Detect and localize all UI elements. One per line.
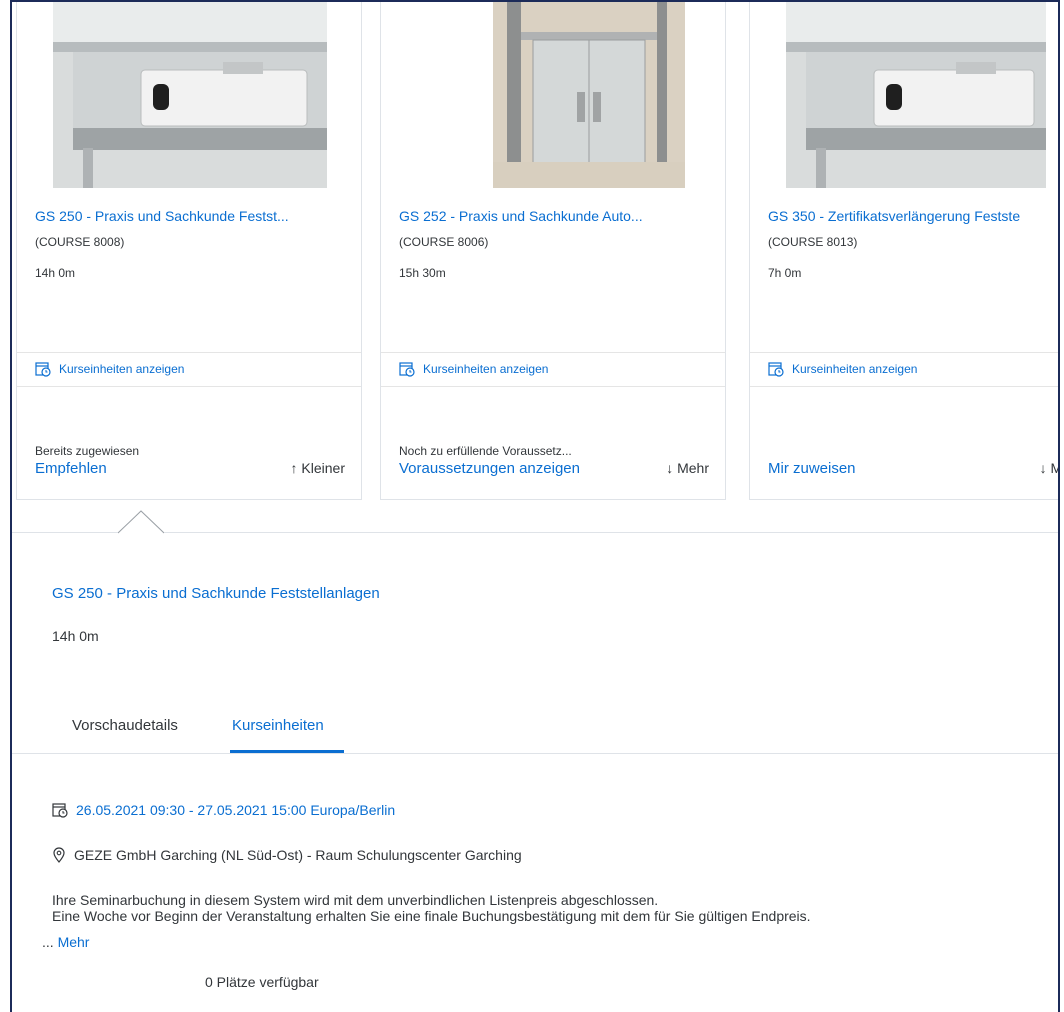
- prerequisite-status: Noch zu erfüllende Voraussetz...: [399, 444, 572, 458]
- location-pin-icon: [53, 847, 65, 863]
- calendar-clock-icon: [768, 362, 784, 377]
- tab-divider: [12, 753, 1058, 754]
- divider: [381, 352, 725, 353]
- detail-course-title[interactable]: GS 250 - Praxis und Sachkunde Feststella…: [52, 585, 380, 602]
- divider: [17, 386, 361, 387]
- divider: [750, 386, 1058, 387]
- collapse-toggle[interactable]: ↑ Kleiner: [291, 460, 345, 476]
- show-sessions-label[interactable]: Kurseinheiten anzeigen: [792, 362, 917, 376]
- course-image-door-closer: [786, 2, 1046, 188]
- course-code: (COURSE 8008): [35, 235, 125, 249]
- course-duration: 7h 0m: [768, 266, 802, 280]
- calendar-clock-icon: [399, 362, 415, 377]
- expand-toggle[interactable]: ↓ Mehr: [666, 460, 709, 476]
- course-title[interactable]: GS 252 - Praxis und Sachkunde Auto...: [399, 208, 723, 224]
- session-location-text: GEZE GmbH Garching (NL Süd-Ost) - Raum S…: [74, 847, 522, 863]
- tab-sessions[interactable]: Kurseinheiten: [232, 717, 324, 734]
- recommend-link[interactable]: Empfehlen: [35, 460, 107, 477]
- session-description: Ihre Seminarbuchung in diesem System wir…: [52, 892, 811, 924]
- course-duration: 14h 0m: [35, 266, 76, 280]
- more-prefix: ...: [42, 934, 58, 950]
- calendar-clock-icon: [35, 362, 51, 377]
- active-tab-indicator: [230, 750, 344, 753]
- course-code: (COURSE 8006): [399, 235, 489, 249]
- detail-duration: 14h 0m: [52, 628, 99, 644]
- divider: [17, 352, 361, 353]
- more-label[interactable]: Mehr: [58, 934, 90, 950]
- show-sessions-label[interactable]: Kurseinheiten anzeigen: [423, 362, 548, 376]
- tab-preview-details[interactable]: Vorschaudetails: [72, 717, 178, 734]
- course-title[interactable]: GS 250 - Praxis und Sachkunde Festst...: [35, 208, 359, 224]
- course-code: (COURSE 8013): [768, 235, 858, 249]
- course-image-automatic-door: [417, 2, 691, 188]
- assign-to-me-link[interactable]: Mir zuweisen: [768, 460, 856, 477]
- expand-toggle[interactable]: ↓ Me: [1040, 460, 1058, 476]
- detail-divider: [12, 532, 1058, 533]
- calendar-clock-icon: [52, 803, 68, 818]
- selection-caret-icon: [118, 510, 164, 534]
- divider: [750, 352, 1058, 353]
- session-date-link[interactable]: 26.05.2021 09:30 - 27.05.2021 15:00 Euro…: [52, 802, 395, 818]
- more-link[interactable]: ... Mehr: [42, 934, 89, 950]
- show-prerequisites-link[interactable]: Voraussetzungen anzeigen: [399, 460, 580, 477]
- course-image-door-closer: [53, 2, 327, 188]
- show-sessions-link[interactable]: Kurseinheiten anzeigen: [768, 361, 917, 377]
- session-date-text[interactable]: 26.05.2021 09:30 - 27.05.2021 15:00 Euro…: [76, 802, 395, 818]
- course-card-gs350[interactable]: GS 350 - Zertifikatsverlängerung Festste…: [749, 2, 1058, 500]
- description-line: Ihre Seminarbuchung in diesem System wir…: [52, 892, 659, 908]
- divider: [381, 386, 725, 387]
- session-location: GEZE GmbH Garching (NL Süd-Ost) - Raum S…: [52, 847, 522, 863]
- course-card-gs250[interactable]: GS 250 - Praxis und Sachkunde Festst... …: [16, 2, 362, 500]
- description-line: Eine Woche vor Beginn der Veranstaltung …: [52, 908, 811, 924]
- show-sessions-link[interactable]: Kurseinheiten anzeigen: [35, 361, 184, 377]
- seats-available: 0 Plätze verfügbar: [205, 974, 319, 990]
- course-title[interactable]: GS 350 - Zertifikatsverlängerung Festste: [768, 208, 1058, 224]
- assignment-status: Bereits zugewiesen: [35, 444, 140, 458]
- app-frame: GS 250 - Praxis und Sachkunde Festst... …: [10, 0, 1060, 1012]
- show-sessions-label[interactable]: Kurseinheiten anzeigen: [59, 362, 184, 376]
- course-duration: 15h 30m: [399, 266, 446, 280]
- course-card-gs252[interactable]: GS 252 - Praxis und Sachkunde Auto... (C…: [380, 2, 726, 500]
- show-sessions-link[interactable]: Kurseinheiten anzeigen: [399, 361, 548, 377]
